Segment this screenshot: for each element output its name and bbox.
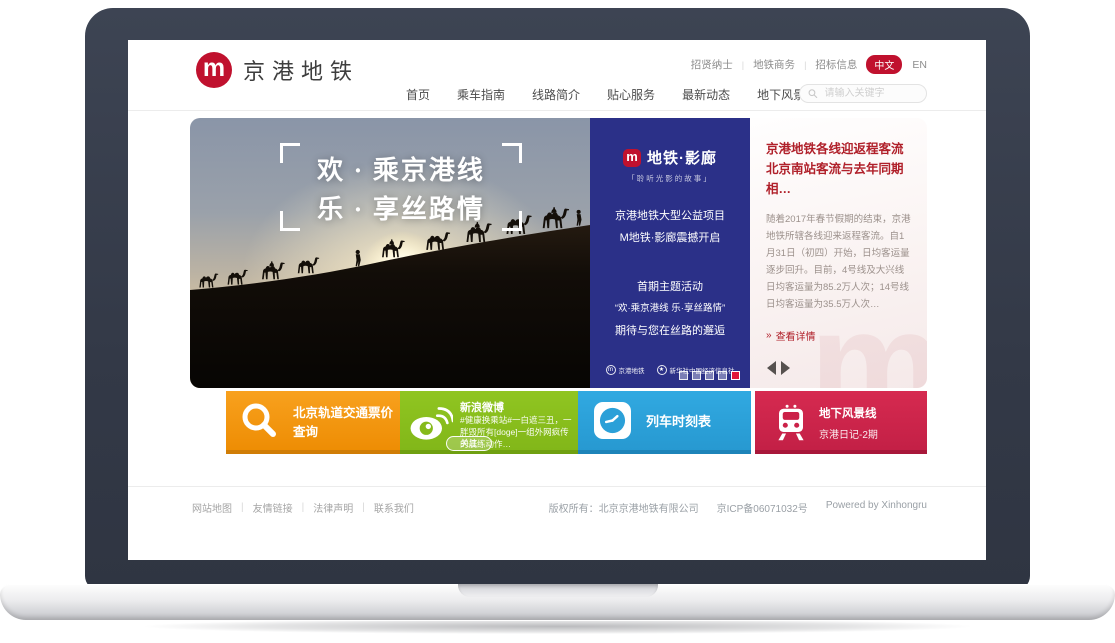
hero-title-line2: 乐 · 享丝路情: [280, 189, 522, 226]
page: m 京港地铁 招贤纳士 | 地铁商务 | 招标信息 中文 EN 首页 乘车指南 …: [0, 0, 1115, 643]
gallery-logo: m 地铁·影廊: [590, 147, 750, 168]
cobrand-mtr: m 京港地铁: [606, 365, 645, 375]
weibo-follow-button[interactable]: 关注: [446, 436, 492, 451]
powered-by: Powered by Xinhongru: [826, 500, 927, 515]
laptop-shadow: [25, 621, 1090, 639]
slide-dot-1[interactable]: [679, 371, 688, 380]
fare-search-label: 北京轨道交通票价查询: [293, 402, 400, 440]
magnifier-icon: [240, 401, 280, 441]
weibo-title: 新浪微博: [460, 399, 504, 415]
slide-dot-4[interactable]: [718, 371, 727, 380]
prev-slide-arrow-icon[interactable]: [767, 361, 776, 375]
divider: |: [742, 60, 744, 70]
gallery-panel[interactable]: m 地铁·影廊 「聆听光影的故事」 京港地铁大型公益项目 M地铁·影廊震撼开启 …: [590, 118, 750, 388]
icp-number: 京ICP备06071032号: [717, 500, 808, 515]
footer-links: 网站地图 | 友情链接 | 法律声明 | 联系我们: [192, 500, 414, 515]
gallery-logo-text: 地铁·影廊: [647, 147, 717, 168]
gallery-intro-line1: 京港地铁大型公益项目: [590, 205, 750, 227]
slideshow-pagination: [679, 371, 740, 380]
nav-services[interactable]: 贴心服务: [607, 86, 655, 103]
main-banner: 欢 · 乘京港线 乐 · 享丝路情 m 地铁·影廊 「聆听光影的故事」 京港地铁…: [190, 118, 927, 388]
search-input[interactable]: [823, 87, 919, 100]
footer-link-legal[interactable]: 法律声明: [313, 500, 353, 515]
metro-gallery-logo-icon: m: [623, 149, 641, 167]
weibo-tile[interactable]: 新浪微博 #健康换乘站#一白遮三丑，一胖毁所有[doge]一组外网疯传的晨练动作…: [400, 391, 578, 454]
slide-dot-2[interactable]: [692, 371, 701, 380]
nav-home[interactable]: 首页: [406, 86, 430, 103]
footer-copyright-block: 版权所有：北京京港地铁有限公司 京ICP备06071032号 Powered b…: [549, 500, 927, 515]
gallery-theme-line1: 首期主题活动: [590, 276, 750, 298]
news-body: 随着2017年春节假期的结束，京港地铁所辖各线迎来返程客流。自1月31日（初四）…: [766, 211, 911, 313]
divider: |: [362, 502, 365, 513]
gallery-theme-line2: “欢·乘京港线 乐·享丝路情”: [590, 298, 750, 320]
copyright-text: 版权所有：北京京港地铁有限公司: [549, 500, 699, 515]
gallery-intro: 京港地铁大型公益项目 M地铁·影廊震撼开启: [590, 205, 750, 249]
xinhua-mini-logo-icon: ★: [657, 365, 667, 375]
hero-slide[interactable]: 欢 · 乘京港线 乐 · 享丝路情: [190, 118, 590, 388]
gallery-theme: 首期主题活动 “欢·乘京港线 乐·享丝路情” 期待与您在丝路的邂逅: [590, 276, 750, 342]
divider: |: [302, 502, 305, 513]
laptop-base-notch: [458, 584, 658, 597]
divider: |: [241, 502, 244, 513]
news-panel: m 京港地铁各线迎返程客流 北京南站客流与去年同期相… 随着2017年春节假期的…: [750, 118, 927, 388]
weibo-icon: [409, 403, 453, 441]
utility-link-business[interactable]: 地铁商务: [753, 57, 795, 72]
site-logo-text: 京港地铁: [243, 54, 359, 86]
hero-title-line1: 欢 · 乘京港线: [280, 150, 522, 187]
gallery-theme-line3: 期待与您在丝路的邂逅: [590, 320, 750, 342]
gallery-tagline: 「聆听光影的故事」: [590, 173, 750, 184]
metro-logo-icon: m: [196, 52, 232, 88]
news-more-link[interactable]: » 查看详情: [766, 328, 911, 343]
cobrand-mtr-label: 京港地铁: [619, 365, 645, 375]
gallery-intro-line2: M地铁·影廊震撼开启: [590, 227, 750, 249]
timetable-label: 列车时刻表: [646, 411, 711, 430]
site-logo[interactable]: m 京港地铁: [196, 52, 359, 88]
news-more-label: 查看详情: [776, 328, 816, 343]
lang-english-button[interactable]: EN: [912, 59, 927, 71]
scenery-subtitle: 京港日记-2期: [819, 426, 878, 441]
scenery-title: 地下风景线: [819, 405, 877, 421]
nav-ride-guide[interactable]: 乘车指南: [457, 86, 505, 103]
clock-icon: [594, 402, 631, 439]
news-title-link[interactable]: 京港地铁各线迎返程客流 北京南站客流与去年同期相…: [766, 139, 911, 199]
hero-title-frame: 欢 · 乘京港线 乐 · 享丝路情: [280, 143, 522, 231]
nav-news[interactable]: 最新动态: [682, 86, 730, 103]
slide-dot-5-active[interactable]: [731, 371, 740, 380]
lang-chinese-button[interactable]: 中文: [866, 55, 902, 74]
laptop-frame: m 京港地铁 招贤纳士 | 地铁商务 | 招标信息 中文 EN 首页 乘车指南 …: [85, 8, 1030, 590]
fare-search-tile[interactable]: 北京轨道交通票价查询: [226, 391, 400, 454]
utility-link-tenders[interactable]: 招标信息: [815, 57, 857, 72]
nav-lines[interactable]: 线路简介: [532, 86, 580, 103]
slide-arrows: [767, 361, 790, 375]
timetable-tile[interactable]: 列车时刻表: [578, 391, 751, 454]
site-footer: 网站地图 | 友情链接 | 法律声明 | 联系我们 版权所有：北京京港地铁有限公…: [190, 498, 927, 518]
footer-link-friendly[interactable]: 友情链接: [253, 500, 293, 515]
utility-links: 招贤纳士 | 地铁商务 | 招标信息 中文 EN: [691, 55, 927, 74]
slide-dot-3[interactable]: [705, 371, 714, 380]
next-slide-arrow-icon[interactable]: [781, 361, 790, 375]
site-container: m 京港地铁 招贤纳士 | 地铁商务 | 招标信息 中文 EN 首页 乘车指南 …: [190, 40, 927, 560]
quick-link-tiles: 北京轨道交通票价查询 新浪微博 #健康换乘站#一白遮三丑，一胖毁所有[doge]…: [190, 391, 927, 458]
train-icon: [773, 404, 809, 442]
underground-scenery-tile[interactable]: 地下风景线 京港日记-2期: [755, 391, 927, 454]
search-icon: [808, 88, 818, 99]
more-arrow-icon: »: [766, 330, 772, 341]
footer-link-contact[interactable]: 联系我们: [374, 500, 414, 515]
footer-link-sitemap[interactable]: 网站地图: [192, 500, 232, 515]
divider: |: [804, 60, 806, 70]
search-box: [799, 84, 927, 103]
mtr-mini-logo-icon: m: [606, 365, 616, 375]
utility-link-careers[interactable]: 招贤纳士: [691, 57, 733, 72]
laptop-screen: m 京港地铁 招贤纳士 | 地铁商务 | 招标信息 中文 EN 首页 乘车指南 …: [128, 40, 986, 560]
